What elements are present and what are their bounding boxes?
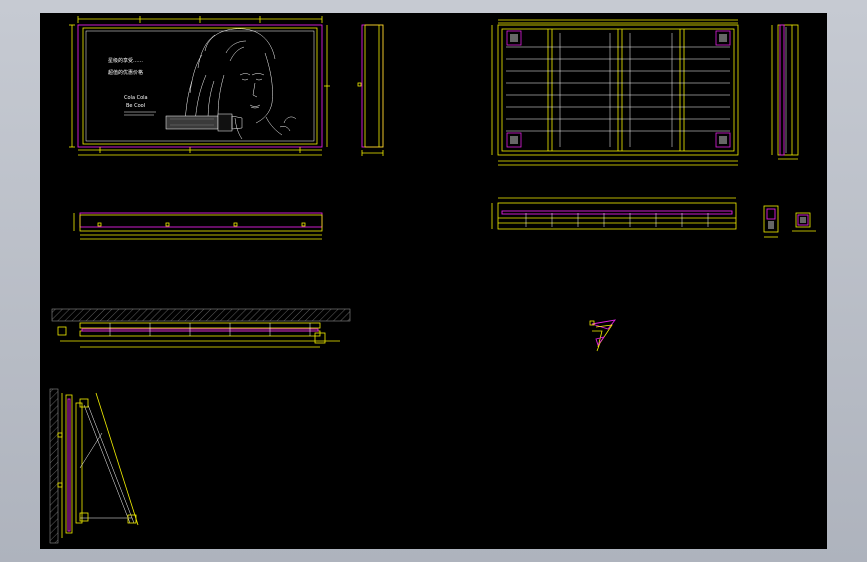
- model-space-canvas[interactable]: 星级的享受…… 超值的优惠价格 Cola Cola Be Cool: [40, 13, 827, 549]
- frame-bottom-section-view[interactable]: [491, 197, 737, 230]
- cad-window: 星级的享受…… 超值的优惠价格 Cola Cola Be Cool: [0, 0, 867, 562]
- front-elevation-view[interactable]: 星级的享受…… 超值的优惠价格 Cola Cola Be Cool: [69, 16, 330, 156]
- end-section-details[interactable]: [763, 205, 816, 238]
- plan-view[interactable]: [73, 212, 323, 240]
- wall-mounted-support-section[interactable]: [49, 388, 139, 544]
- cad-drawing: 星级的享受…… 超值的优惠价格 Cola Cola Be Cool: [49, 16, 816, 544]
- roof-install-section[interactable]: [51, 308, 351, 348]
- billboard-text-line1: 星级的享受……: [108, 57, 143, 64]
- bracket-node-detail[interactable]: [589, 319, 617, 352]
- side-section-view[interactable]: [357, 24, 384, 156]
- billboard-text-line2: 超值的优惠价格: [108, 69, 143, 76]
- frame-structure-plan-view[interactable]: [491, 19, 739, 166]
- frame-side-section-view[interactable]: [771, 24, 799, 160]
- billboard-text-line4: Be Cool: [126, 103, 145, 109]
- billboard-text-line3: Cola Cola: [124, 95, 148, 101]
